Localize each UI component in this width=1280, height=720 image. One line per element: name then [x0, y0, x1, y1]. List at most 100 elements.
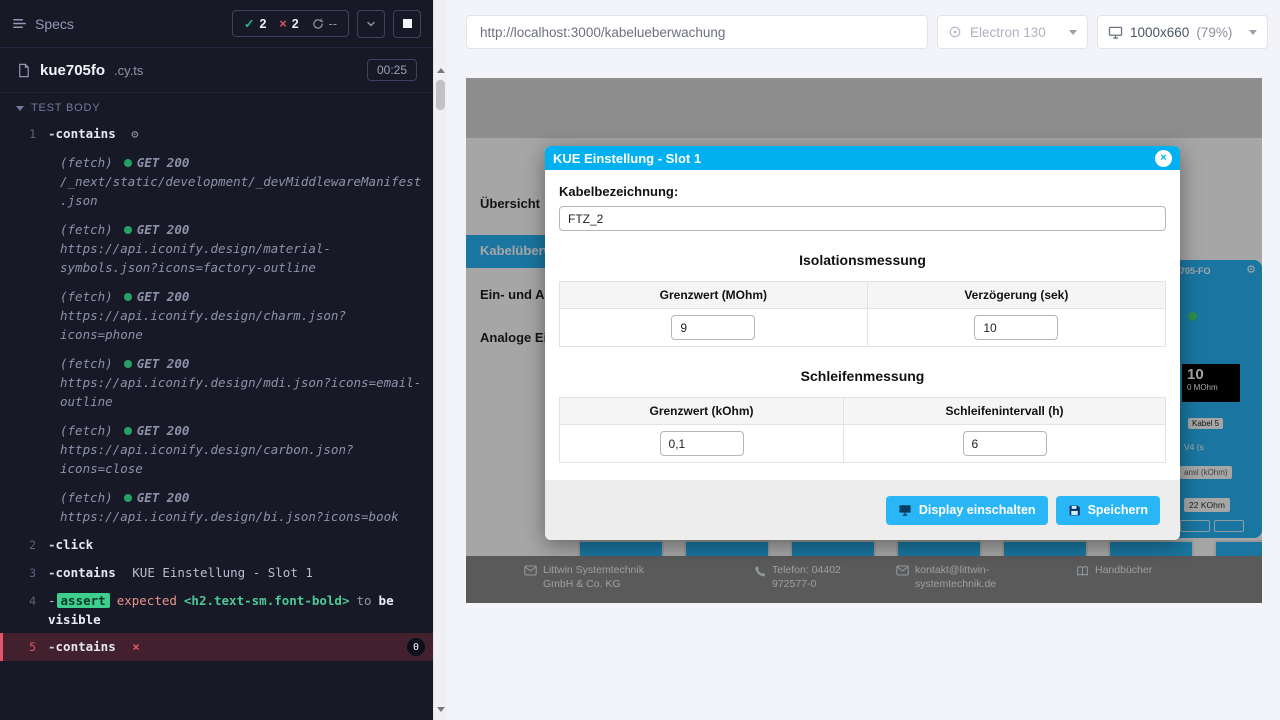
fetch-url: https://api.iconify.design/mdi.json?icon…	[60, 373, 423, 411]
spec-file-row[interactable]: kue705fo .cy.ts 00:25	[0, 48, 433, 93]
status-dot	[124, 293, 132, 301]
browser-name: Electron 130	[970, 25, 1046, 40]
fetch-log-entry[interactable]: (fetch)GET 200 https://api.iconify.desig…	[0, 416, 433, 483]
specs-label: Specs	[35, 16, 74, 32]
close-icon[interactable]: ×	[1155, 150, 1172, 167]
pending-stat: --	[312, 17, 337, 31]
loop-table: Grenzwert (kOhm) Schleifenintervall (h)	[559, 397, 1166, 463]
fetch-url: https://api.iconify.design/carbon.json?i…	[60, 440, 423, 478]
step-number: 1	[0, 124, 48, 144]
fetch-status: GET 200	[137, 155, 190, 170]
aut-url: http://localhost:3000/kabelueberwachung	[480, 25, 725, 40]
reporter-header: Specs ✓ 2 × 2 --	[0, 0, 433, 48]
viewport-select[interactable]: 1000x660 (79%)	[1097, 15, 1268, 49]
test-step[interactable]: 2 click	[0, 531, 433, 559]
cable-name-label: Kabelbezeichnung:	[559, 184, 1166, 199]
test-step-failed[interactable]: 5 contains × 0	[0, 633, 433, 661]
retry-count-badge: 0	[407, 638, 425, 656]
isolation-table: Grenzwert (MOhm) Verzögerung (sek)	[559, 281, 1166, 347]
chevron-down-icon	[16, 106, 24, 111]
status-dot	[124, 159, 132, 167]
fetch-label: (fetch)	[60, 155, 113, 170]
column-header: Grenzwert (kOhm)	[560, 398, 844, 425]
fetch-log-entry[interactable]: (fetch)GET 200 https://api.iconify.desig…	[0, 483, 433, 531]
url-bar[interactable]: http://localhost:3000/kabelueberwachung	[466, 15, 928, 49]
scrollbar-thumb[interactable]	[436, 80, 445, 110]
viewport-zoom: (79%)	[1196, 25, 1232, 40]
column-header: Verzögerung (sek)	[867, 282, 1165, 309]
sidebar-scrollbar[interactable]	[433, 0, 447, 720]
fetch-label: (fetch)	[60, 356, 113, 371]
fail-cross-icon: ×	[132, 639, 140, 654]
command-name: contains	[48, 639, 116, 654]
dash-prefix	[48, 593, 57, 608]
assert-expected: expected	[117, 593, 177, 608]
application-under-test: LITTWIN Stationsname CPLV4_Maschen ⚙ Abm…	[466, 78, 1262, 603]
scroll-down-arrow-icon[interactable]	[437, 707, 445, 712]
loop-limit-input[interactable]	[660, 431, 744, 456]
run-stats: ✓ 2 × 2 --	[232, 10, 349, 37]
specs-list-icon	[12, 16, 27, 31]
check-icon: ✓	[244, 16, 254, 31]
command-argument: KUE Einstellung - Slot 1	[132, 565, 313, 580]
fetch-log-entry[interactable]: (fetch) GET 200 /_next/static/development…	[0, 148, 433, 215]
step-number: 4	[0, 591, 48, 611]
isolation-limit-input[interactable]	[671, 315, 755, 340]
display-on-label: Display einschalten	[919, 503, 1036, 517]
fetch-url: https://api.iconify.design/bi.json?icons…	[60, 507, 423, 526]
test-step-assert[interactable]: 4 assertexpected<h2.text-sm.font-bold>to…	[0, 587, 433, 633]
specs-menu-button[interactable]: Specs	[12, 16, 74, 32]
fetch-log-entry[interactable]: (fetch)GET 200 https://api.iconify.desig…	[0, 215, 433, 282]
gear-icon: ⚙	[131, 127, 138, 141]
refresh-icon	[312, 18, 324, 30]
fetch-label: (fetch)	[60, 423, 113, 438]
scroll-up-arrow-icon[interactable]	[437, 68, 445, 73]
fetch-log-entry[interactable]: (fetch)GET 200 https://api.iconify.desig…	[0, 282, 433, 349]
test-body-label: TEST BODY	[31, 102, 100, 114]
stop-run-button[interactable]	[393, 10, 421, 38]
monitor-icon	[1108, 26, 1123, 39]
save-button[interactable]: Speichern	[1056, 496, 1160, 525]
viewport-size: 1000x660	[1130, 25, 1189, 40]
modal-footer: Display einschalten Speichern	[545, 480, 1180, 540]
isolation-section-title: Isolationsmessung	[559, 252, 1166, 268]
column-header: Schleifenintervall (h)	[844, 398, 1166, 425]
step-number: 2	[0, 535, 48, 555]
assert-element: <h2.text-sm.font-bold>	[184, 593, 350, 608]
assert-to: to	[356, 593, 371, 608]
loop-interval-input[interactable]	[963, 431, 1047, 456]
browser-select[interactable]: Electron 130	[937, 15, 1088, 49]
chevron-down-icon	[1249, 30, 1257, 35]
display-on-button[interactable]: Display einschalten	[886, 496, 1048, 525]
fetch-log-entry[interactable]: (fetch)GET 200 https://api.iconify.desig…	[0, 349, 433, 416]
fetch-label: (fetch)	[60, 289, 113, 304]
kue-settings-modal: KUE Einstellung - Slot 1 × Kabelbezeichn…	[545, 146, 1180, 540]
test-body-section-header[interactable]: TEST BODY	[0, 93, 433, 120]
passed-count: 2	[259, 17, 266, 31]
fetch-url: https://api.iconify.design/material-symb…	[60, 239, 423, 277]
command-name: click	[48, 537, 93, 552]
cable-name-input[interactable]	[559, 206, 1166, 231]
isolation-delay-input[interactable]	[974, 315, 1058, 340]
chevron-down-icon	[365, 18, 377, 30]
stop-icon	[403, 19, 412, 28]
fetch-status: GET 200	[137, 222, 190, 237]
fetch-status: GET 200	[137, 490, 190, 505]
failed-count: 2	[292, 17, 299, 31]
aut-toolbar: http://localhost:3000/kabelueberwachung …	[447, 0, 1280, 64]
test-step[interactable]: 3 contains KUE Einstellung - Slot 1	[0, 559, 433, 587]
spec-file-icon	[16, 63, 31, 78]
step-number: 3	[0, 563, 48, 583]
modal-title: KUE Einstellung - Slot 1	[553, 151, 701, 166]
fetch-url: https://api.iconify.design/charm.json?ic…	[60, 306, 423, 344]
command-name: contains	[48, 565, 116, 580]
collapse-all-button[interactable]	[357, 10, 385, 38]
command-log: 1 contains ⚙ (fetch) GET 200 /_next/stati…	[0, 120, 433, 720]
display-icon	[898, 504, 912, 516]
chevron-down-icon	[1069, 30, 1077, 35]
loop-section-title: Schleifenmessung	[559, 368, 1166, 384]
fetch-url: /_next/static/development/_devMiddleware…	[60, 172, 423, 210]
modal-header: KUE Einstellung - Slot 1 ×	[545, 146, 1180, 170]
passed-stat: ✓ 2	[244, 16, 266, 31]
test-step[interactable]: 1 contains ⚙	[0, 120, 433, 148]
